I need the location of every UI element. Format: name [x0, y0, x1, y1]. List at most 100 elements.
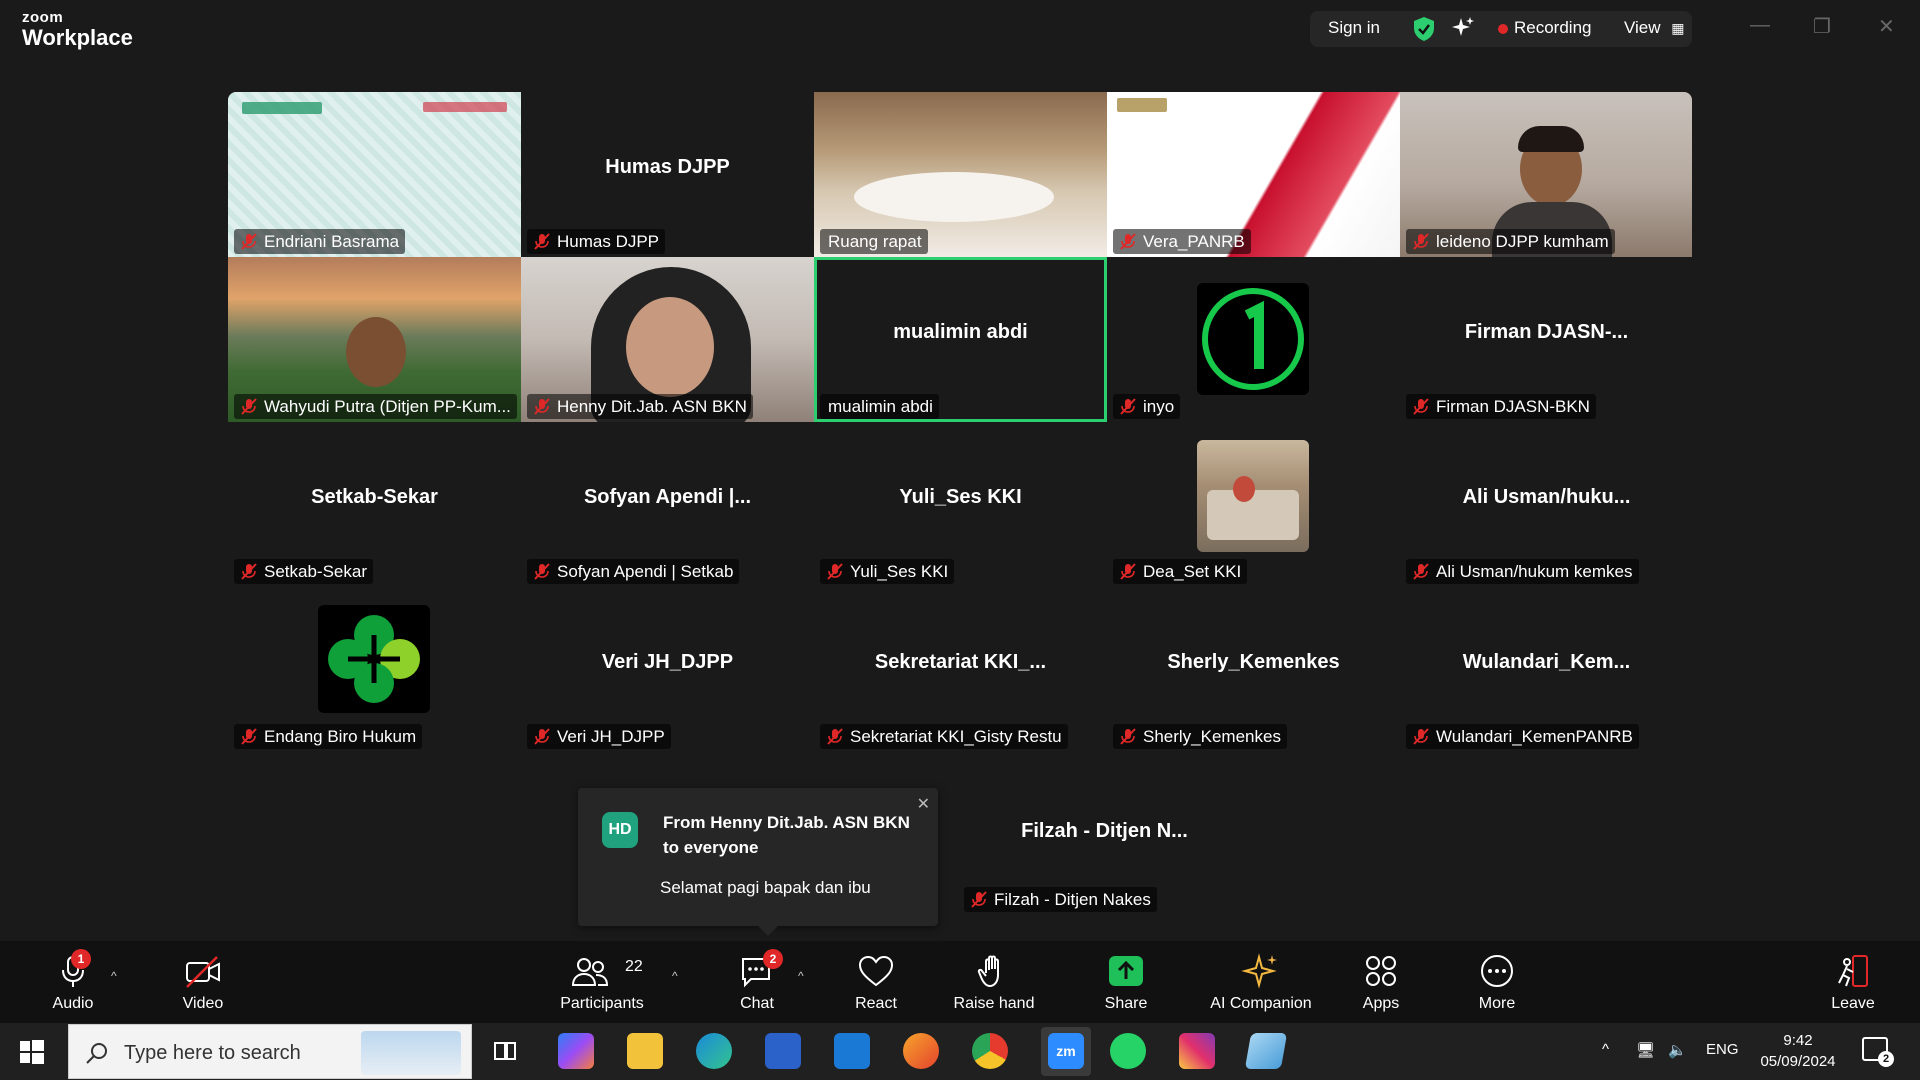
apps-button[interactable]: Apps: [1346, 941, 1416, 1023]
ai-companion-button[interactable]: AI Companion: [1196, 941, 1326, 1023]
show-hidden-icons-caret-icon[interactable]: ^: [1602, 1041, 1609, 1058]
participant-name-tag: Firman DJASN-BKN: [1406, 394, 1596, 419]
participant-name: mualimin abdi: [828, 397, 933, 416]
mail-app-icon[interactable]: [834, 1033, 870, 1069]
notepad-app-icon[interactable]: [1244, 1033, 1288, 1069]
leave-door-icon: [1838, 955, 1868, 987]
volume-icon[interactable]: 🔈: [1668, 1041, 1687, 1059]
participant-name: Henny Dit.Jab. ASN BKN: [557, 397, 747, 416]
participant-tile[interactable]: Wahyudi Putra (Ditjen PP-Kum...: [228, 257, 521, 422]
participant-tile[interactable]: Henny Dit.Jab. ASN BKN: [521, 257, 814, 422]
windows-start-icon[interactable]: [20, 1040, 44, 1064]
participant-name-tag: mualimin abdi: [820, 394, 939, 419]
participant-tile[interactable]: Endriani Basrama: [228, 92, 521, 257]
audio-options-caret-icon[interactable]: ^: [111, 969, 117, 983]
participant-name: Endriani Basrama: [264, 232, 400, 251]
participant-name-tag: Sherly_Kemenkes: [1113, 724, 1287, 749]
participant-tile[interactable]: inyo: [1107, 257, 1400, 422]
participant-display-name: Ali Usman/huku...: [1462, 486, 1631, 508]
chat-button[interactable]: 2 Chat: [722, 941, 792, 1023]
share-button[interactable]: Share: [1091, 941, 1161, 1023]
participants-icon: [571, 958, 609, 986]
participant-name: Humas DJPP: [557, 232, 660, 251]
participant-tile[interactable]: Ruang rapat: [814, 92, 1107, 257]
participant-name: leideno DJPP kumham: [1436, 232, 1609, 251]
participant-tile[interactable]: Firman DJASN-... Firman DJASN-BKN: [1400, 257, 1692, 422]
taskbar-clock[interactable]: 9:42 05/09/2024: [1748, 1030, 1848, 1072]
edge-browser-icon[interactable]: [696, 1033, 732, 1069]
participant-tile[interactable]: Setkab-Sekar Setkab-Sekar: [228, 422, 521, 587]
file-explorer-icon[interactable]: [627, 1033, 663, 1069]
restore-icon[interactable]: ❐: [1813, 14, 1831, 39]
firefox-icon[interactable]: [903, 1033, 939, 1069]
participant-display-name: mualimin abdi: [893, 321, 1028, 343]
participant-avatar: [318, 605, 430, 713]
microsoft-store-icon[interactable]: [765, 1033, 801, 1069]
leave-button[interactable]: Leave: [1818, 941, 1888, 1023]
participant-tile[interactable]: Filzah - Ditjen N... Filzah - Ditjen Nak…: [958, 752, 1251, 915]
video-button[interactable]: Video: [168, 941, 238, 1023]
participant-name-tag: leideno DJPP kumham: [1406, 229, 1615, 254]
more-button[interactable]: More: [1462, 941, 1532, 1023]
participant-name: Ali Usman/hukum kemkes: [1436, 562, 1633, 581]
notifications-icon[interactable]: 2: [1862, 1037, 1894, 1067]
title-bar: zoom Workplace Sign in Recording View ▦ …: [0, 0, 1920, 62]
zoom-taskbar-active[interactable]: zm: [1041, 1027, 1091, 1076]
person-face: [346, 317, 406, 387]
mic-muted-icon: [1120, 398, 1136, 415]
sign-in-button[interactable]: Sign in: [1328, 18, 1380, 38]
participant-tile[interactable]: Vera_PANRB: [1107, 92, 1400, 257]
taskbar-search-box[interactable]: Type here to search: [68, 1024, 472, 1079]
participant-display-name: Filzah - Ditjen N...: [1021, 820, 1188, 842]
participant-display-name: Sherly_Kemenkes: [1167, 651, 1340, 673]
participant-tile[interactable]: Wulandari_Kem... Wulandari_KemenPANRB: [1400, 587, 1692, 751]
zoom-app-icon: zm: [1048, 1033, 1084, 1069]
close-icon[interactable]: ✕: [917, 794, 930, 814]
participants-button[interactable]: 22 Participants: [552, 941, 652, 1023]
participant-tile[interactable]: Sofyan Apendi |... Sofyan Apendi | Setka…: [521, 422, 814, 587]
participant-tile[interactable]: Ali Usman/huku... Ali Usman/hukum kemkes: [1400, 422, 1692, 587]
participant-tile[interactable]: Yuli_Ses KKI Yuli_Ses KKI: [814, 422, 1107, 587]
chat-notification[interactable]: HD From Henny Dit.Jab. ASN BKN to everyo…: [578, 788, 938, 936]
participant-name: Yuli_Ses KKI: [850, 562, 949, 581]
react-button[interactable]: React: [841, 941, 911, 1023]
participant-name-tag: Humas DJPP: [527, 229, 666, 254]
participant-name: Setkab-Sekar: [264, 562, 367, 581]
sparkle-icon[interactable]: [1451, 16, 1475, 40]
close-window-icon[interactable]: ✕: [1878, 14, 1895, 39]
participant-name: Wahyudi Putra (Ditjen PP-Kum...: [264, 397, 511, 416]
recipient-line: to everyone: [663, 838, 759, 857]
copilot-app-icon[interactable]: [558, 1033, 594, 1069]
shield-check-icon[interactable]: [1412, 16, 1436, 42]
chat-options-caret-icon[interactable]: ^: [798, 969, 804, 983]
raise-hand-button[interactable]: Raise hand: [944, 941, 1044, 1023]
notification-message: Selamat pagi bapak dan ibu: [660, 878, 871, 897]
chrome-icon[interactable]: [972, 1033, 1008, 1069]
active-speaker-tile[interactable]: mualimin abdi mualimin abdi: [814, 257, 1107, 422]
language-indicator[interactable]: ENG: [1706, 1041, 1739, 1058]
participant-tile[interactable]: Dea_Set KKI: [1107, 422, 1400, 587]
whatsapp-icon[interactable]: [1110, 1033, 1146, 1069]
participant-tile[interactable]: leideno DJPP kumham: [1400, 92, 1692, 257]
audio-button[interactable]: 1 Audio: [38, 941, 108, 1023]
participant-name: Wulandari_KemenPANRB: [1436, 727, 1633, 746]
participant-name-tag: inyo: [1113, 394, 1181, 419]
participant-tile[interactable]: Endang Biro Hukum: [228, 587, 521, 751]
network-icon[interactable]: 🖥: [1636, 1041, 1655, 1059]
participant-name-tag: Ali Usman/hukum kemkes: [1406, 559, 1639, 584]
participant-tile[interactable]: Sekretariat KKI_... Sekretariat KKI_Gist…: [814, 587, 1107, 751]
more-options-icon: [1481, 955, 1513, 987]
participants-options-caret-icon[interactable]: ^: [672, 969, 678, 983]
view-label: View: [1624, 18, 1661, 37]
minimize-icon[interactable]: —: [1750, 14, 1770, 37]
participant-tile[interactable]: Humas DJPP Humas DJPP: [521, 92, 814, 257]
instagram-icon[interactable]: [1179, 1033, 1215, 1069]
participant-tile[interactable]: Sherly_Kemenkes Sherly_Kemenkes: [1107, 587, 1400, 751]
recording-label[interactable]: Recording: [1514, 18, 1592, 38]
participant-tile[interactable]: Veri JH_DJPP Veri JH_DJPP: [521, 587, 814, 751]
zoom-workplace-logo: zoom Workplace: [22, 10, 133, 49]
notification-sender: From Henny Dit.Jab. ASN BKN to everyone: [663, 810, 910, 860]
participant-name-tag: Filzah - Ditjen Nakes: [964, 887, 1157, 912]
task-view-icon[interactable]: [487, 1033, 523, 1069]
view-button[interactable]: View ▦: [1624, 18, 1685, 38]
